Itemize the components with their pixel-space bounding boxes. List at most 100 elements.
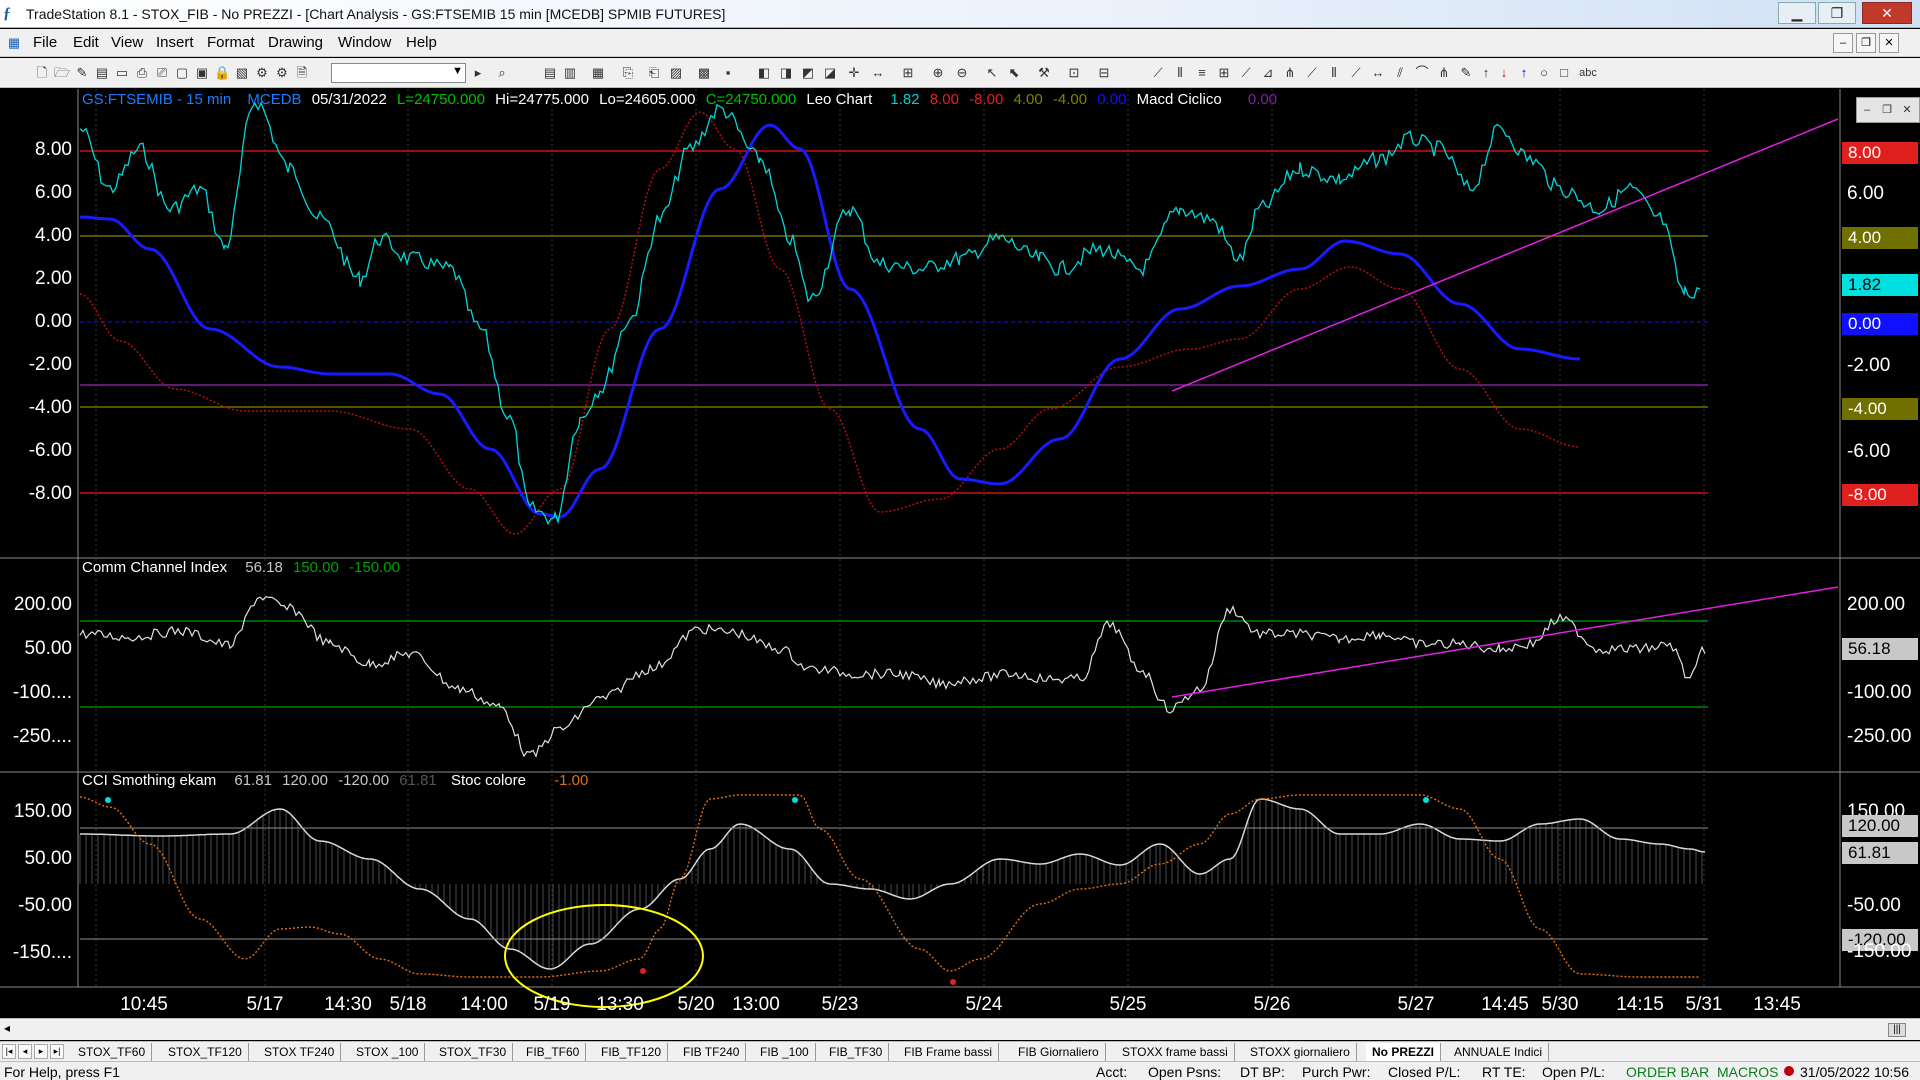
order-bar-button[interactable]: ORDER BAR [1626, 1064, 1709, 1080]
chart-window-icon[interactable]: ▦ [6, 35, 22, 51]
print-preview-icon[interactable]: ⎚ [154, 65, 170, 81]
print-icon[interactable]: ⎙ [134, 65, 150, 81]
rectangle-icon[interactable]: □ [1556, 65, 1572, 81]
vertical-lines-icon[interactable]: ⦀ [1172, 65, 1188, 81]
tab-first-icon[interactable]: |◂ [2, 1044, 16, 1059]
mdi-restore-button[interactable]: ❐ [1856, 33, 1876, 53]
pointer-select-icon[interactable]: ⬉ [1006, 65, 1022, 81]
insert-analysis-icon[interactable]: ⊡ [1066, 65, 1082, 81]
quote-icon[interactable]: ▤ [542, 65, 558, 81]
chart-minimize-button[interactable]: ‒ [1857, 98, 1877, 122]
settings-icon[interactable]: ⚙ [254, 65, 270, 81]
text-box-icon[interactable]: ⊟ [1096, 65, 1112, 81]
scanner-icon[interactable]: ⎘ [620, 65, 636, 81]
tab-next-icon[interactable]: ▸ [34, 1044, 48, 1059]
zoom-out-icon[interactable]: ⊖ [954, 65, 970, 81]
zoom-quote-icon[interactable]: ⌕ [494, 65, 510, 81]
tab-stoxx-frame-bassi[interactable]: STOXX frame bassi [1116, 1043, 1235, 1061]
chart-close-button[interactable]: ✕ [1897, 98, 1917, 122]
point-figure-icon[interactable]: ◪ [822, 65, 838, 81]
pencil-icon[interactable]: ✎ [1458, 65, 1474, 81]
tab-fib-tf120[interactable]: FIB_TF120 [595, 1043, 669, 1061]
time-zones-icon[interactable]: ⦀ [1326, 65, 1342, 81]
fib-icon[interactable]: ⊞ [1216, 65, 1232, 81]
tab-stox-tf120[interactable]: STOX_TF120 [162, 1043, 249, 1061]
mdi-minimize-button[interactable]: ‒ [1833, 33, 1853, 53]
horizontal-lines-icon[interactable]: ≡ [1194, 65, 1210, 81]
tab-annuale-indici[interactable]: ANNUALE Indici [1448, 1043, 1550, 1061]
chart-area[interactable]: GS:FTSEMIB - 15 min MCEDB 05/31/2022 L=2… [0, 89, 1920, 1018]
mdi-close-button[interactable]: ✕ [1879, 33, 1899, 53]
chart-restore-button[interactable]: ❐ [1877, 98, 1897, 122]
hammer-icon[interactable]: ⚒ [1036, 65, 1052, 81]
lock-icon[interactable]: 🔒 [214, 65, 230, 81]
workspace-icon[interactable]: ▤ [94, 65, 110, 81]
menu-window[interactable]: Window [338, 34, 391, 51]
andrews-icon[interactable]: ⋔ [1282, 65, 1298, 81]
minimize-button[interactable]: ▁ [1778, 2, 1816, 24]
pointer-icon[interactable]: ↖ [984, 65, 1000, 81]
speed-lines-icon[interactable]: ⟋ [1238, 65, 1254, 81]
layers-icon[interactable]: ▧ [234, 65, 250, 81]
arrows-horizontal-icon[interactable]: ↔ [1370, 65, 1386, 81]
chevron-down-icon[interactable]: ▼ [452, 65, 463, 77]
tab-fib-tf30[interactable]: FIB_TF30 [823, 1043, 890, 1061]
radar-icon[interactable]: ▦ [590, 65, 606, 81]
text-tool-icon[interactable]: abc [1578, 65, 1598, 81]
arrow-up-blue-icon[interactable]: ↑ [1516, 65, 1532, 81]
play-icon[interactable]: ▸ [470, 65, 486, 81]
ellipse-icon[interactable]: ○ [1536, 65, 1552, 81]
menu-view[interactable]: View [111, 34, 143, 51]
maximize-button[interactable]: ❐ [1818, 2, 1856, 24]
scroll-left-icon[interactable]: ◂ [4, 1021, 10, 1035]
tab-stox-tf60[interactable]: STOX_TF60 [72, 1043, 153, 1061]
tab-stox-100[interactable]: STOX _100 [350, 1043, 426, 1061]
tab-fib-100[interactable]: FIB _100 [754, 1043, 816, 1061]
tab-fib-frame-bassi[interactable]: FIB Frame bassi [898, 1043, 1000, 1061]
menu-edit[interactable]: Edit [73, 34, 99, 51]
time-sales-icon[interactable]: ▩ [696, 65, 712, 81]
bar-chart-icon[interactable]: ◧ [756, 65, 772, 81]
menu-drawing[interactable]: Drawing [268, 34, 323, 51]
window-icon[interactable]: ▢ [174, 65, 190, 81]
edit-icon[interactable]: ✎ [74, 65, 90, 81]
document-icon[interactable]: 🗎 [294, 65, 310, 81]
tab-fib-tf60[interactable]: FIB_TF60 [520, 1043, 587, 1061]
parallel-lines-icon[interactable]: ⫽ [1392, 65, 1408, 81]
arrow-down-red-icon[interactable]: ↓ [1496, 65, 1512, 81]
new-icon[interactable]: 🗋 [34, 65, 50, 81]
orders-icon[interactable]: ⎗ [646, 65, 662, 81]
menu-format[interactable]: Format [207, 34, 255, 51]
zoom-in-icon[interactable]: ⊕ [930, 65, 946, 81]
tab-stox-tf30[interactable]: STOX_TF30 [433, 1043, 514, 1061]
horizontal-scrollbar[interactable]: ◂ ||| [0, 1018, 1920, 1040]
menu-help[interactable]: Help [406, 34, 437, 51]
cursor-cross-icon[interactable]: ✛ [846, 65, 862, 81]
tab-fib-tf240[interactable]: FIB TF240 [677, 1043, 747, 1061]
tab-last-icon[interactable]: ▸| [50, 1044, 64, 1059]
tab-stox-tf240[interactable]: STOX TF240 [258, 1043, 342, 1061]
add-bar-icon[interactable]: ⊞ [900, 65, 916, 81]
gear-icon[interactable]: ⚙ [274, 65, 290, 81]
fib-fan-icon[interactable]: ⟋ [1304, 65, 1320, 81]
open-icon[interactable]: 🗁 [54, 65, 70, 81]
tab-fib-giornaliero[interactable]: FIB Giornaliero [1012, 1043, 1106, 1061]
line-chart-icon[interactable]: ◩ [800, 65, 816, 81]
window2-icon[interactable]: ▣ [194, 65, 210, 81]
matrix-icon[interactable]: ▥ [562, 65, 578, 81]
macros-button[interactable]: MACROS [1717, 1064, 1778, 1080]
chart-canvas[interactable] [0, 89, 1920, 1018]
cursor-arrows-icon[interactable]: ↔ [870, 65, 886, 81]
menu-insert[interactable]: Insert [156, 34, 194, 51]
chart-icon[interactable]: ▨ [668, 65, 684, 81]
menu-file[interactable]: File [33, 34, 57, 51]
symbol-combo[interactable]: ▼ [331, 63, 466, 83]
gann-icon[interactable]: ⊿ [1260, 65, 1276, 81]
candle-icon[interactable]: ◨ [778, 65, 794, 81]
scroll-thumb[interactable]: ||| [1888, 1023, 1906, 1037]
tab-prev-icon[interactable]: ◂ [18, 1044, 32, 1059]
tab-no-prezzi[interactable]: No PREZZI [1366, 1043, 1441, 1061]
arc-icon[interactable]: ⌒ [1414, 65, 1430, 81]
options-icon[interactable]: ▪ [720, 65, 736, 81]
regression-icon[interactable]: ⟋ [1348, 65, 1364, 81]
